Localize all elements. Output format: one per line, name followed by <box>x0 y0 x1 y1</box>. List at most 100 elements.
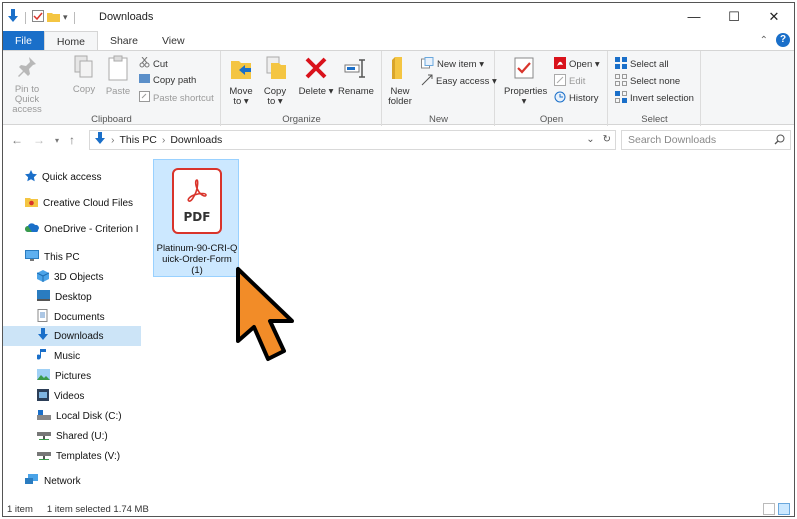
new-group: New folder New item ▾ Easy access ▾ New <box>383 51 497 126</box>
ribbon-tabs: File Home Share View <box>3 31 794 51</box>
breadcrumb-this-pc[interactable]: This PC <box>120 134 157 146</box>
history-label: History <box>569 93 599 104</box>
back-arrow-icon[interactable]: ← <box>11 133 23 147</box>
nav-downloads[interactable]: Downloads <box>3 326 141 346</box>
open-button[interactable]: Open ▾ <box>554 57 600 72</box>
address-dropdown-icon[interactable]: ⌄ <box>586 134 594 145</box>
paste-button[interactable]: Paste <box>103 55 133 97</box>
copy-path-button[interactable]: Copy path <box>139 74 196 86</box>
details-view-icon[interactable] <box>763 503 775 515</box>
breadcrumb-downloads[interactable]: Downloads <box>170 134 222 146</box>
select-all-button[interactable]: Select all <box>615 57 669 72</box>
maximize-button[interactable]: ☐ <box>714 3 754 31</box>
up-arrow-icon[interactable]: ↑ <box>69 133 75 147</box>
file-name[interactable]: Platinum-90-CRI-Quick-Order-Form (1) <box>154 243 240 276</box>
network-icon <box>25 473 39 489</box>
close-button[interactable]: ✕ <box>754 3 794 31</box>
nav-shared-drive[interactable]: Shared (U:) <box>3 426 141 446</box>
nav-desktop[interactable]: Desktop <box>3 287 141 307</box>
nav-templates-drive[interactable]: Templates (V:) <box>3 446 141 466</box>
properties-check-icon[interactable] <box>32 10 44 25</box>
pdf-type-label: PDF <box>183 210 211 224</box>
recent-locations-icon[interactable]: ▾ <box>55 136 59 145</box>
select-all-label: Select all <box>630 59 669 70</box>
pictures-icon <box>37 369 50 383</box>
nav-this-pc[interactable]: This PC <box>3 247 141 267</box>
nav-label: Creative Cloud Files <box>43 197 134 209</box>
nav-videos[interactable]: Videos <box>3 386 141 406</box>
mouse-pointer-icon <box>234 265 306 368</box>
copy-to-button[interactable]: Copy to ▾ <box>260 55 290 107</box>
select-all-icon <box>615 57 627 72</box>
downloads-icon <box>37 328 49 344</box>
easy-access-label: Easy access ▾ <box>436 76 497 87</box>
new-folder-icon <box>385 55 415 84</box>
copy-to-label: Copy to ▾ <box>263 86 287 107</box>
nav-label: Pictures <box>55 370 92 382</box>
expand-ribbon-icon[interactable]: ⌃ <box>760 35 768 46</box>
minimize-button[interactable]: — <box>674 3 714 31</box>
history-button[interactable]: History <box>554 91 599 106</box>
desktop-icon <box>37 290 50 304</box>
nav-arrows: ← → ▾ ↑ <box>11 133 75 147</box>
refresh-icon[interactable]: ↻ <box>603 134 611 145</box>
clipboard-group: Pin to Quick access Copy Paste Cut Copy … <box>3 51 221 126</box>
help-icon[interactable]: ? <box>776 33 790 47</box>
move-to-button[interactable]: Move to ▾ <box>226 55 256 107</box>
open-group: Properties ▾ Open ▾ Edit History Open <box>496 51 608 126</box>
tab-file[interactable]: File <box>3 31 44 51</box>
computer-icon <box>25 249 39 265</box>
status-bar: 1 item 1 item selected 1.74 MB <box>3 500 794 516</box>
nav-creative-cloud-files[interactable]: Creative Cloud Files <box>3 193 141 213</box>
large-icons-view-icon[interactable] <box>778 503 790 515</box>
nav-3d-objects[interactable]: 3D Objects <box>3 267 141 287</box>
nav-local-disk[interactable]: Local Disk (C:) <box>3 406 141 426</box>
delete-button[interactable]: Delete ▾ <box>298 55 334 97</box>
invert-selection-button[interactable]: Invert selection <box>615 91 694 106</box>
nav-label: Music <box>54 350 81 362</box>
nav-documents[interactable]: Documents <box>3 307 141 327</box>
nav-label: Quick access <box>42 171 102 183</box>
organize-group: Move to ▾ Copy to ▾ Delete ▾ Rename Orga… <box>222 51 382 126</box>
address-bar[interactable]: › This PC › Downloads ⌄ ↻ <box>89 130 616 150</box>
nav-label: Network <box>44 475 81 487</box>
cut-button[interactable]: Cut <box>139 56 168 71</box>
nav-pictures[interactable]: Pictures <box>3 366 141 386</box>
select-none-button[interactable]: Select none <box>615 74 680 89</box>
copy-button[interactable]: Copy <box>69 55 99 95</box>
easy-access-button[interactable]: Easy access ▾ <box>421 74 497 89</box>
paste-shortcut-icon <box>139 91 150 105</box>
new-item-label: New item ▾ <box>437 59 484 70</box>
search-input[interactable]: Search Downloads <box>621 130 791 150</box>
window-title: Downloads <box>99 11 154 23</box>
tab-view[interactable]: View <box>150 31 197 51</box>
properties-check-icon <box>504 55 544 84</box>
select-none-icon <box>615 74 627 89</box>
nav-label: Documents <box>54 311 105 323</box>
new-item-button[interactable]: New item ▾ <box>421 57 484 72</box>
rename-button[interactable]: Rename <box>336 55 376 97</box>
tab-home[interactable]: Home <box>43 31 98 51</box>
tab-share[interactable]: Share <box>98 31 150 51</box>
nav-onedrive[interactable]: OneDrive - Criterion I <box>3 219 141 239</box>
nav-quick-access[interactable]: Quick access <box>3 167 141 187</box>
pin-to-quick-access-button[interactable]: Pin to Quick access <box>5 55 49 115</box>
organize-group-label: Organize <box>282 114 321 125</box>
select-group: Select all Select none Invert selection … <box>609 51 701 126</box>
properties-button[interactable]: Properties ▾ <box>504 55 547 107</box>
new-folder-button[interactable]: New folder <box>385 55 415 107</box>
ribbon-controls: ⌃ ? <box>760 33 790 47</box>
rename-label: Rename <box>338 86 374 97</box>
status-item-count: 1 item <box>7 503 33 515</box>
customize-qa-icon[interactable]: ▾ <box>63 12 68 23</box>
file-item[interactable]: PDF Platinum-90-CRI-Quick-Order-Form (1) <box>153 159 239 277</box>
paste-label: Paste <box>105 86 131 97</box>
nav-music[interactable]: Music <box>3 346 141 366</box>
paste-icon <box>103 55 133 84</box>
nav-network[interactable]: Network <box>3 471 141 491</box>
invert-selection-icon <box>615 91 627 106</box>
edit-button[interactable]: Edit <box>554 74 585 89</box>
new-folder-qa-icon[interactable] <box>47 11 60 25</box>
forward-arrow-icon[interactable]: → <box>33 133 45 147</box>
paste-shortcut-button[interactable]: Paste shortcut <box>139 91 214 105</box>
